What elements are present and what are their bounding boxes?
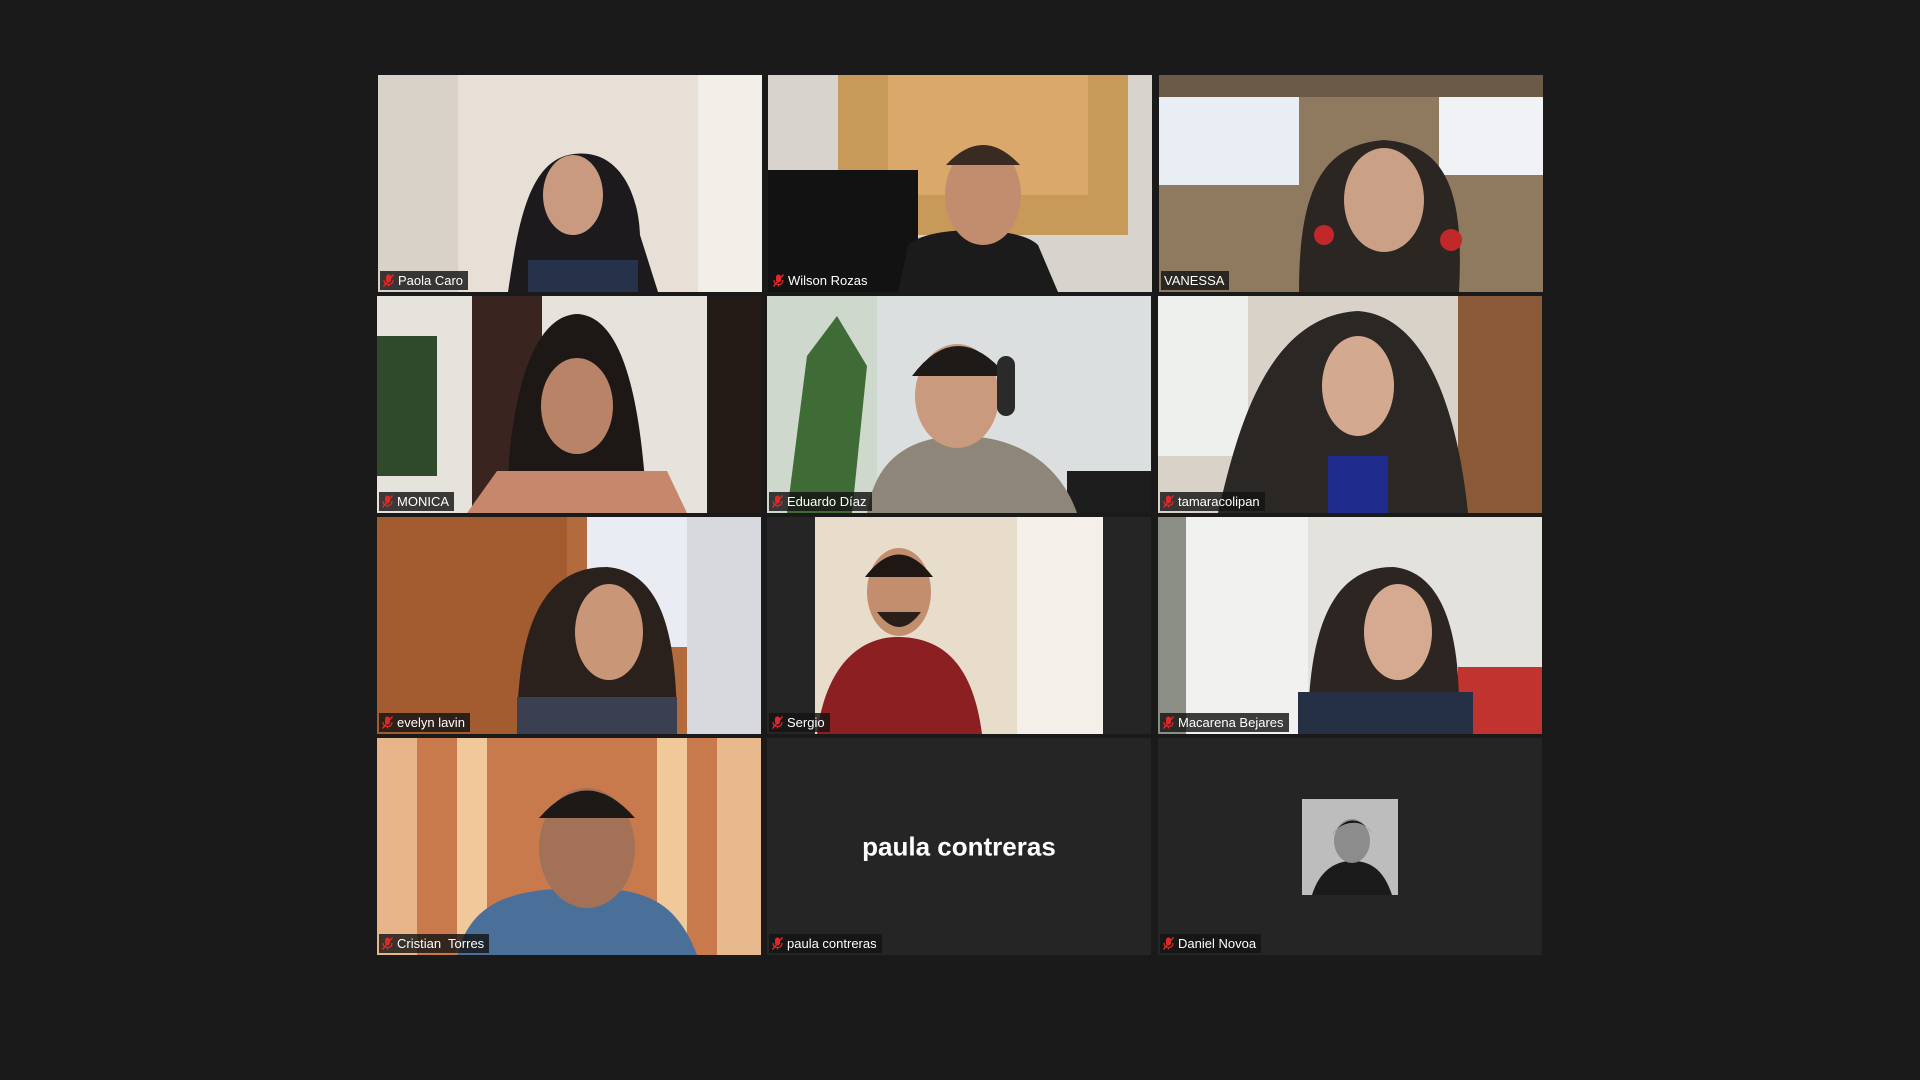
participant-video [378,75,762,292]
participant-name: Daniel Novoa [1178,936,1257,951]
participant-tile-wilson-rozas[interactable]: Wilson Rozas [768,75,1152,292]
participant-tile-monica[interactable]: MONICA [377,296,761,513]
participant-name: evelyn lavin [397,715,465,730]
participant-video [1159,75,1543,292]
mic-muted-icon [1163,495,1174,508]
mic-muted-icon [772,716,783,729]
mic-muted-icon [1163,716,1174,729]
participant-tile-eduardo-diaz[interactable]: Eduardo Díaz [767,296,1151,513]
participant-nametag: paula contreras [769,934,882,953]
participant-name: Cristian Torres [397,936,485,951]
profile-avatar [1302,798,1398,895]
participant-nametag: MONICA [379,492,454,511]
participant-nametag: Macarena Bejares [1160,713,1289,732]
participant-name: paula contreras [787,936,877,951]
participant-nametag: VANESSA [1161,271,1230,290]
participant-name: MONICA [397,494,449,509]
mic-muted-icon [382,495,393,508]
participant-nametag: tamaracolipan [1160,492,1265,511]
participant-nametag: Daniel Novoa [1160,934,1262,953]
participant-nametag: Cristian Torres [379,934,490,953]
participant-tile-daniel-novoa[interactable]: Daniel Novoa [1158,738,1542,955]
mic-muted-icon [772,937,783,950]
participant-video [377,738,761,955]
mic-muted-icon [383,274,394,287]
participant-name: VANESSA [1164,273,1225,288]
participant-name: Paola Caro [398,273,464,288]
participant-name: tamaracolipan [1178,494,1260,509]
participant-video [768,75,1152,292]
mic-muted-icon [772,495,783,508]
participant-tile-tamaracolipan[interactable]: tamaracolipan [1158,296,1542,513]
participant-tile-macarena-bejares[interactable]: Macarena Bejares [1158,517,1542,734]
participant-video [377,296,761,513]
participant-name: Eduardo Díaz [787,494,867,509]
participant-nametag: Sergio [769,713,830,732]
mic-muted-icon [382,937,393,950]
participant-tile-paula-contreras[interactable]: paula contreras paula contreras [767,738,1151,955]
participant-video [767,296,1151,513]
participant-tile-sergio[interactable]: Sergio [767,517,1151,734]
participant-video [767,517,1151,734]
participant-name: Sergio [787,715,825,730]
participant-name: Wilson Rozas [788,273,868,288]
participant-tile-cristian-torres[interactable]: Cristian Torres [377,738,761,955]
participant-video [377,517,761,734]
participant-nametag: Wilson Rozas [770,271,873,290]
participant-display-name: paula contreras [862,831,1056,861]
participant-tile-vanessa[interactable]: VANESSA [1159,75,1543,292]
mic-muted-icon [1163,937,1174,950]
participant-name: Macarena Bejares [1178,715,1284,730]
participant-tile-evelyn-lavin[interactable]: evelyn lavin [377,517,761,734]
video-call-window: { "participants": [ {"name": "Paola Caro… [0,0,1920,1080]
participant-tile-paola-caro[interactable]: Paola Caro [378,75,762,292]
participant-nametag: Eduardo Díaz [769,492,872,511]
mic-muted-icon [382,716,393,729]
mic-muted-icon [773,274,784,287]
participant-video [1158,517,1542,734]
participant-video [1158,296,1542,513]
participant-nametag: Paola Caro [380,271,469,290]
participant-nametag: evelyn lavin [379,713,470,732]
